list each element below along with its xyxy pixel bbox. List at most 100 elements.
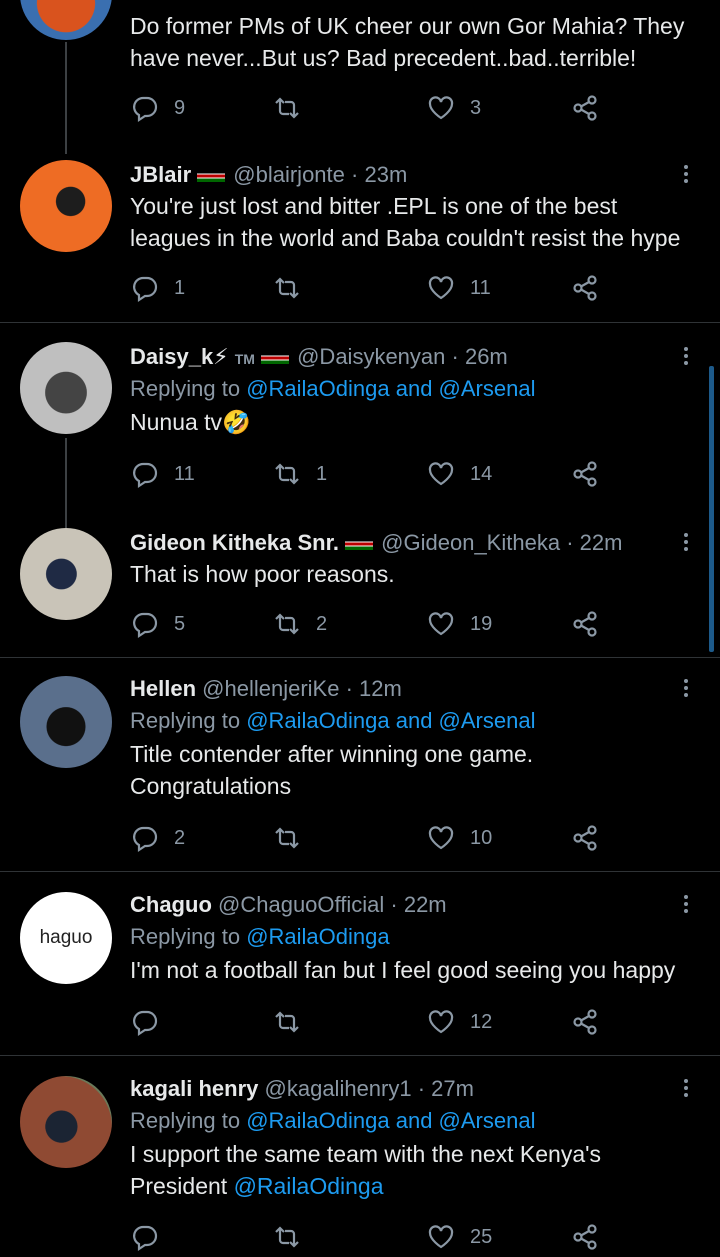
share-button[interactable] bbox=[570, 1002, 600, 1042]
reply-button[interactable]: 1 bbox=[130, 268, 185, 308]
share-icon bbox=[573, 825, 597, 851]
reply-count: 5 bbox=[174, 612, 186, 635]
avatar-logo-text: haguo bbox=[39, 927, 93, 948]
like-count: 25 bbox=[470, 1225, 493, 1248]
share-button[interactable] bbox=[570, 454, 600, 494]
retweet-button[interactable] bbox=[272, 88, 302, 128]
share-icon bbox=[573, 275, 597, 301]
tweet[interactable]: Do former PMs of UK cheer our own Gor Ma… bbox=[0, 0, 720, 154]
display-name[interactable]: Hellen bbox=[130, 676, 196, 701]
avatar[interactable] bbox=[20, 342, 112, 434]
like-button[interactable]: 25 bbox=[426, 1217, 492, 1257]
replying-to-label: Replying to bbox=[130, 376, 241, 401]
reply-count: 11 bbox=[174, 462, 195, 485]
reply-button[interactable]: 11 bbox=[130, 454, 195, 494]
handle[interactable]: @Gideon_Kitheka bbox=[381, 530, 560, 555]
like-button[interactable]: 10 bbox=[426, 818, 492, 858]
avatar[interactable] bbox=[20, 528, 112, 620]
retweet-count: 2 bbox=[316, 612, 328, 635]
share-button[interactable] bbox=[570, 1217, 600, 1257]
reply-icon bbox=[133, 1010, 158, 1037]
share-button[interactable] bbox=[570, 604, 600, 644]
like-button[interactable]: 14 bbox=[426, 454, 492, 494]
avatar[interactable]: haguo bbox=[20, 892, 112, 984]
retweet-icon bbox=[275, 1226, 299, 1248]
retweet-icon bbox=[275, 277, 299, 299]
tweet[interactable]: haguo Chaguo @ChaguoOfficial · 22m Reply… bbox=[0, 880, 720, 1050]
retweet-icon bbox=[275, 463, 299, 485]
reply-mentions[interactable]: @RailaOdinga and @Arsenal bbox=[246, 376, 535, 401]
like-icon bbox=[428, 276, 454, 300]
text-mention[interactable]: @RailaOdinga bbox=[234, 1173, 384, 1199]
retweet-button[interactable]: 2 bbox=[272, 604, 327, 644]
tweet-text-line: I'm not a football fan but I feel good s… bbox=[130, 957, 676, 983]
avatar[interactable] bbox=[20, 1076, 112, 1168]
handle[interactable]: @kagalihenry1 bbox=[265, 1076, 412, 1101]
display-name[interactable]: Daisy_k⚡ bbox=[130, 344, 229, 369]
retweet-button[interactable] bbox=[272, 1217, 302, 1257]
tweet[interactable]: Hellen @hellenjeriKe · 12m Replying to @… bbox=[0, 664, 720, 864]
like-icon bbox=[428, 826, 454, 850]
handle[interactable]: @hellenjeriKe bbox=[202, 676, 339, 701]
reply-button[interactable]: 9 bbox=[130, 88, 185, 128]
timestamp[interactable]: · 12m bbox=[346, 676, 402, 701]
reply-button[interactable] bbox=[130, 1217, 160, 1257]
retweet-button[interactable] bbox=[272, 1002, 302, 1042]
reply-button[interactable] bbox=[130, 1002, 160, 1042]
handle[interactable]: @Daisykenyan bbox=[297, 344, 445, 369]
display-name[interactable]: JBlair bbox=[130, 162, 191, 187]
tweet-text-line: Congratulations bbox=[130, 773, 292, 799]
avatar[interactable] bbox=[20, 160, 112, 252]
timestamp[interactable]: · 26m bbox=[452, 344, 508, 369]
retweet-button[interactable] bbox=[272, 818, 302, 858]
reply-button[interactable]: 5 bbox=[130, 604, 185, 644]
reply-button[interactable]: 2 bbox=[130, 818, 185, 858]
tweet-text-line: Title contender after winning one game. bbox=[130, 741, 534, 767]
retweet-button[interactable] bbox=[272, 268, 302, 308]
like-icon bbox=[428, 1010, 454, 1034]
like-button[interactable]: 11 bbox=[426, 268, 491, 308]
avatar[interactable] bbox=[20, 0, 112, 40]
display-name[interactable]: Chaguo bbox=[130, 892, 212, 917]
retweet-icon bbox=[275, 613, 299, 635]
share-button[interactable] bbox=[570, 818, 600, 858]
like-button[interactable]: 3 bbox=[426, 88, 481, 128]
reply-mentions[interactable]: @RailaOdinga bbox=[246, 924, 389, 949]
avatar[interactable] bbox=[20, 676, 112, 768]
tweet[interactable]: kagali henry @kagalihenry1 · 27m Replyin… bbox=[0, 1064, 720, 1252]
tweet[interactable]: Daisy_k⚡ TM @Daisykenyan · 26m Replying … bbox=[0, 332, 720, 528]
divider bbox=[0, 1055, 720, 1056]
like-count: 11 bbox=[470, 276, 491, 299]
tweet-text-line: have never...But us? Bad precedent..bad.… bbox=[130, 45, 637, 71]
display-name[interactable]: kagali henry bbox=[130, 1076, 258, 1101]
handle[interactable]: @ChaguoOfficial bbox=[218, 892, 384, 917]
reply-mentions[interactable]: @RailaOdinga and @Arsenal bbox=[246, 708, 535, 733]
reply-mentions[interactable]: @RailaOdinga and @Arsenal bbox=[246, 1108, 535, 1133]
name-suffix: TM bbox=[234, 351, 255, 367]
display-name[interactable]: Gideon Kitheka Snr. bbox=[130, 530, 339, 555]
timestamp[interactable]: · 22m bbox=[390, 892, 446, 917]
retweet-icon bbox=[275, 1011, 299, 1033]
share-button[interactable] bbox=[570, 268, 600, 308]
like-button[interactable]: 12 bbox=[426, 1002, 492, 1042]
handle[interactable]: @blairjonte bbox=[233, 162, 345, 187]
tweet[interactable]: JBlair @blairjonte · 23m You're just los… bbox=[0, 150, 720, 320]
scrollbar[interactable] bbox=[709, 366, 714, 652]
tweet-text-line: That is how poor reasons. bbox=[130, 561, 395, 587]
like-count: 14 bbox=[470, 462, 493, 485]
tweet[interactable]: Gideon Kitheka Snr. @Gideon_Kitheka · 22… bbox=[0, 518, 720, 654]
timestamp[interactable]: · 23m bbox=[351, 162, 407, 187]
timestamp[interactable]: · 22m bbox=[566, 530, 622, 555]
retweet-icon bbox=[275, 827, 299, 849]
replying-to-label: Replying to bbox=[130, 924, 241, 949]
share-button[interactable] bbox=[570, 88, 600, 128]
reply-icon bbox=[133, 96, 158, 123]
retweet-button[interactable]: 1 bbox=[272, 454, 327, 494]
replying-to-label: Replying to bbox=[130, 708, 241, 733]
share-icon bbox=[573, 461, 597, 487]
tweet-text-line: President bbox=[130, 1173, 228, 1199]
divider bbox=[0, 322, 720, 323]
like-button[interactable]: 19 bbox=[426, 604, 492, 644]
divider bbox=[0, 871, 720, 872]
timestamp[interactable]: · 27m bbox=[418, 1076, 474, 1101]
